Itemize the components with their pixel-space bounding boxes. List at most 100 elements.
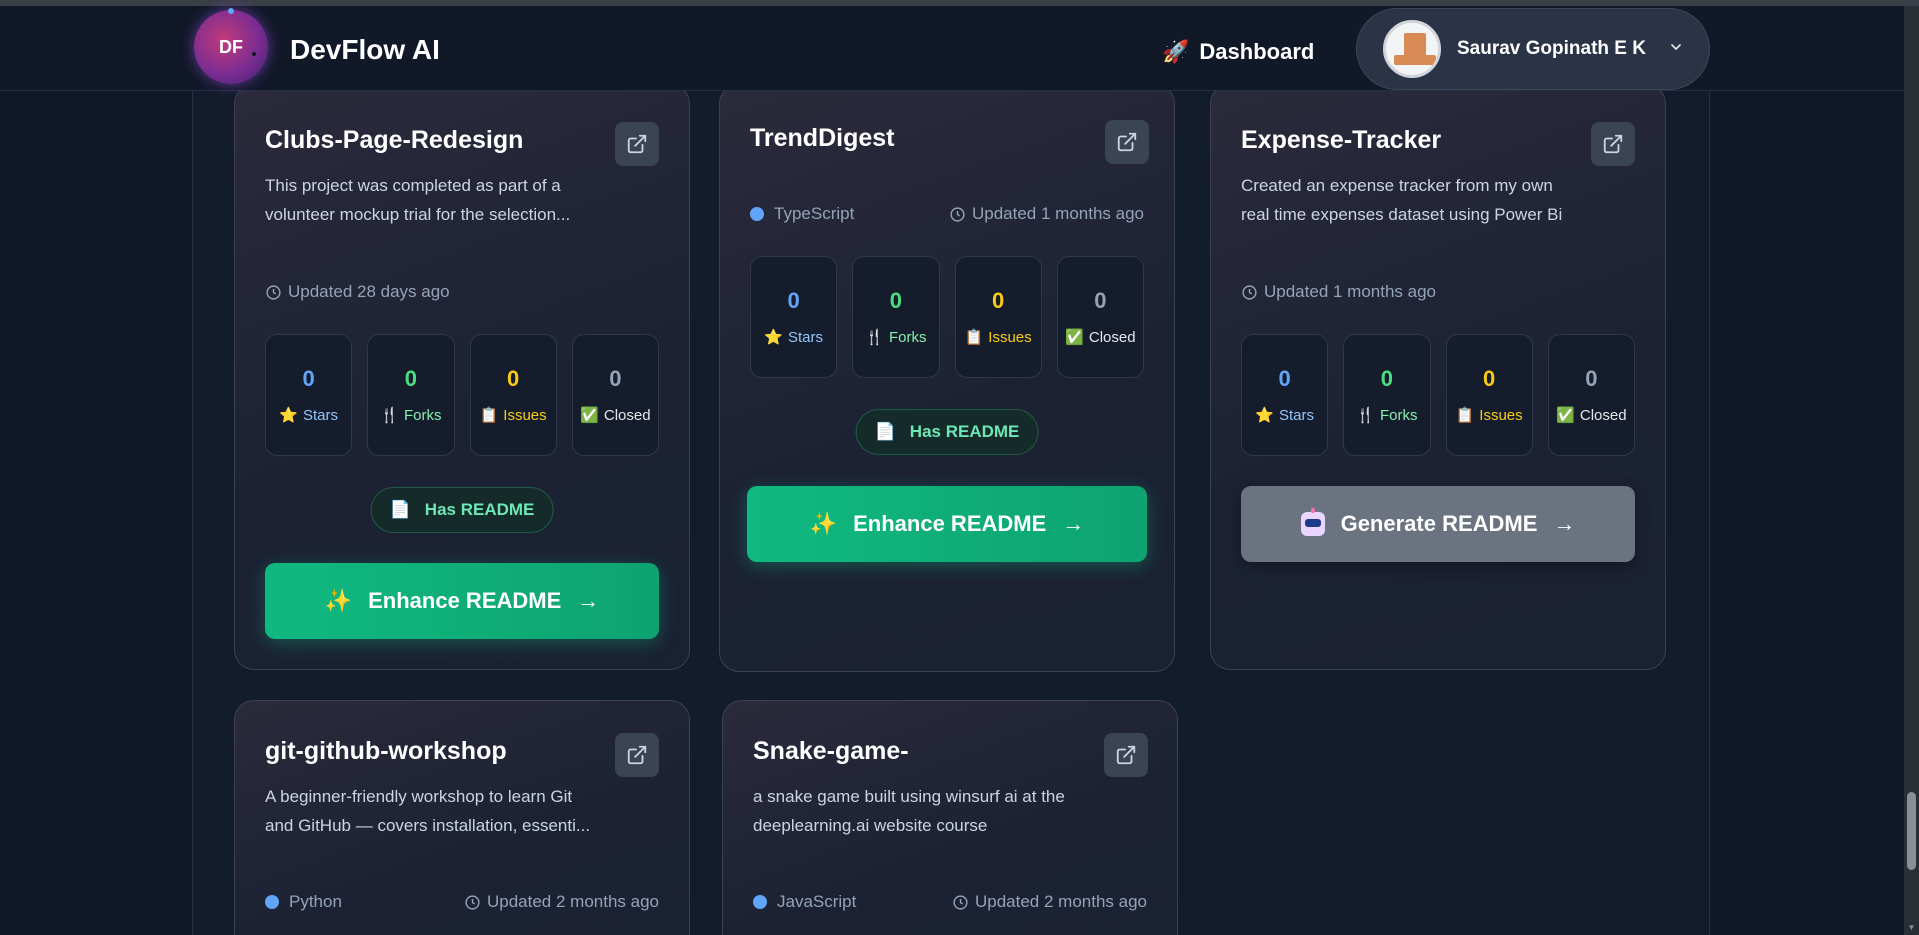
repo-meta: TypeScript Updated 1 months ago (750, 204, 1144, 224)
repo-card-snake-game: Snake-game- a snake game built using win… (722, 700, 1178, 935)
star-icon: ⭐ (764, 329, 783, 346)
logo-dot-icon (252, 52, 256, 56)
repo-title: git-github-workshop (265, 737, 507, 765)
logo-text: DF (219, 36, 243, 57)
closed-count: 0 (1094, 288, 1107, 313)
generate-readme-button[interactable]: Generate README → (1241, 486, 1635, 562)
language-dot-icon (753, 895, 767, 909)
avatar (1383, 20, 1441, 78)
sparkles-icon: ✨ (324, 588, 353, 613)
repo-title: TrendDigest (750, 124, 895, 152)
page-scrollbar[interactable]: ▼ (1904, 6, 1919, 935)
language-text: TypeScript (774, 204, 855, 223)
has-readme-badge: 📄 Has README (370, 487, 554, 533)
stars-count: 0 (1278, 366, 1291, 391)
user-name: Saurav Gopinath E K (1457, 38, 1646, 59)
stars-label: Stars (302, 406, 338, 424)
closed-count: 0 (1585, 366, 1598, 391)
readme-badge-label: Has README (909, 422, 1020, 441)
clipboard-icon: 📋 (1455, 407, 1475, 424)
updated-text: Updated 2 months ago (974, 892, 1147, 911)
forks-count: 0 (404, 366, 417, 391)
external-link-icon (1603, 134, 1623, 154)
open-external-button[interactable] (1591, 122, 1635, 166)
action-label: Enhance README (853, 511, 1047, 536)
stat-closed: 0 ✅ Closed (1547, 334, 1635, 456)
stat-stars: 0 ⭐ Stars (265, 334, 353, 456)
stat-issues: 0 📋 Issues (1445, 334, 1533, 456)
repo-card-git-github-workshop: git-github-workshop A beginner-friendly … (234, 700, 690, 935)
issues-count: 0 (992, 288, 1005, 313)
repo-card-expense-tracker: Expense-Tracker Created an expense track… (1210, 84, 1666, 670)
dashboard-nav-link[interactable]: 🚀 Dashboard (1162, 34, 1314, 70)
issues-label: Issues (1479, 406, 1523, 424)
updated-text: Updated 28 days ago (288, 282, 450, 301)
repo-card-clubs-page-redesign: Clubs-Page-Redesign This project was com… (234, 84, 690, 670)
closed-count: 0 (609, 366, 622, 391)
issues-count: 0 (507, 366, 520, 391)
sparkles-icon: ✨ (809, 511, 838, 536)
language-info: TypeScript (750, 204, 854, 224)
stat-stars: 0 ⭐ Stars (750, 256, 838, 378)
clipboard-icon: 📋 (479, 407, 499, 424)
stars-label: Stars (1278, 406, 1314, 424)
action-label: Generate README (1340, 511, 1538, 536)
scroll-down-arrow-icon[interactable]: ▼ (1907, 923, 1916, 932)
forks-count: 0 (889, 288, 902, 313)
repo-title: Clubs-Page-Redesign (265, 126, 524, 154)
clipboard-icon: 📋 (964, 329, 984, 346)
logo-dot-icon (228, 8, 234, 14)
enhance-readme-button[interactable]: ✨ Enhance README → (265, 563, 659, 639)
language-text: Python (289, 892, 342, 911)
forks-label: Forks (1379, 406, 1418, 424)
external-link-icon (1117, 132, 1137, 152)
language-info: JavaScript (753, 892, 856, 912)
external-link-icon (627, 134, 647, 154)
open-external-button[interactable] (615, 733, 659, 777)
brand-name[interactable]: DevFlow AI (290, 34, 440, 66)
scrollbar-thumb[interactable] (1907, 792, 1916, 870)
devflow-logo[interactable]: DF (194, 8, 268, 84)
readme-badge-label: Has README (424, 500, 535, 519)
issues-label: Issues (988, 328, 1032, 346)
repo-title: Expense-Tracker (1241, 126, 1442, 154)
check-box-icon: ✅ (1556, 407, 1575, 424)
open-external-button[interactable] (1104, 733, 1148, 777)
fork-icon: 🍴 (1356, 407, 1375, 424)
repo-card-trenddigest: TrendDigest TypeScript Updated 1 months … (719, 84, 1175, 672)
language-info: Python (265, 892, 342, 912)
stars-count: 0 (302, 366, 315, 391)
clock-icon (1242, 284, 1257, 300)
repo-meta: Updated 1 months ago (1241, 282, 1635, 302)
stat-closed: 0 ✅ Closed (1056, 256, 1144, 378)
fork-icon: 🍴 (380, 407, 399, 424)
robot-icon (1300, 508, 1325, 536)
repo-meta: Python Updated 2 months ago (265, 892, 659, 912)
stat-forks: 0 🍴 Forks (367, 334, 455, 456)
stat-issues: 0 📋 Issues (469, 334, 557, 456)
arrow-right-icon: → (577, 588, 600, 613)
open-external-button[interactable] (615, 122, 659, 166)
fork-icon: 🍴 (865, 329, 884, 346)
arrow-right-icon: → (1553, 511, 1576, 536)
repo-stats: 0 ⭐ Stars 0 🍴 Forks 0 📋 Issues 0 ✅ Closed (1241, 334, 1635, 456)
stat-stars: 0 ⭐ Stars (1241, 334, 1329, 456)
updated-info: Updated 2 months ago (952, 892, 1147, 912)
star-icon: ⭐ (279, 407, 298, 424)
updated-text: Updated 1 months ago (1264, 282, 1437, 301)
open-external-button[interactable] (1105, 120, 1149, 164)
stat-closed: 0 ✅ Closed (571, 334, 659, 456)
clock-icon (465, 894, 480, 910)
enhance-readme-button[interactable]: ✨ Enhance README → (747, 486, 1147, 562)
rocket-icon: 🚀 (1162, 39, 1190, 64)
document-icon: 📄 (389, 500, 411, 519)
user-menu-button[interactable]: Saurav Gopinath E K (1356, 8, 1710, 90)
repo-title: Snake-game- (753, 737, 909, 765)
has-readme-badge: 📄 Has README (855, 409, 1039, 455)
external-link-icon (1116, 745, 1136, 765)
updated-info: Updated 1 months ago (949, 204, 1144, 224)
repo-description: Created an expense tracker from my own r… (1241, 176, 1563, 224)
stars-label: Stars (787, 328, 823, 346)
repo-stats: 0 ⭐ Stars 0 🍴 Forks 0 📋 Issues 0 ✅ Closed (750, 256, 1144, 378)
repo-meta: JavaScript Updated 2 months ago (753, 892, 1147, 912)
